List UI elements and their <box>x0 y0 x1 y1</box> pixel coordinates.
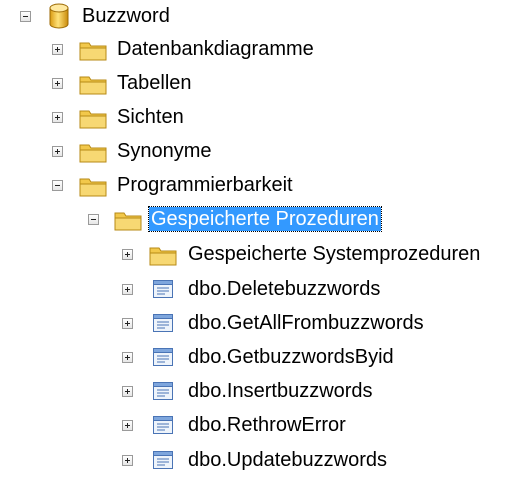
tree-node-gespeicherte-prozeduren[interactable]: Gespeicherte Prozeduren <box>0 205 527 235</box>
tree-node-label[interactable]: dbo.RethrowError <box>186 413 348 437</box>
tree-node-label[interactable]: dbo.Updatebuzzwords <box>186 448 389 472</box>
expand-icon[interactable] <box>122 455 133 466</box>
expand-icon[interactable] <box>122 284 133 295</box>
stored-procedure-icon <box>152 449 174 477</box>
tree-node-label[interactable]: dbo.Deletebuzzwords <box>186 277 382 301</box>
tree-node-tabellen[interactable]: Tabellen <box>0 69 527 99</box>
folder-icon <box>113 208 143 238</box>
expand-icon[interactable] <box>122 352 133 363</box>
database-icon <box>48 3 70 35</box>
expand-icon[interactable] <box>52 112 63 123</box>
tree-node-dbo-deletebuzzwords[interactable]: dbo.Deletebuzzwords <box>0 275 527 305</box>
tree-node-dbo-getbuzzwordsbyid[interactable]: dbo.GetbuzzwordsByid <box>0 343 527 373</box>
tree-node-label[interactable]: dbo.GetbuzzwordsByid <box>186 345 396 369</box>
folder-icon <box>78 106 108 136</box>
stored-procedure-icon <box>152 380 174 408</box>
stored-procedure-icon <box>152 278 174 306</box>
folder-icon <box>148 243 178 273</box>
folder-icon <box>78 174 108 204</box>
tree-node-label[interactable]: Gespeicherte Prozeduren <box>148 206 382 232</box>
expand-icon[interactable] <box>122 249 133 260</box>
tree-node-sichten[interactable]: Sichten <box>0 103 527 133</box>
tree-node-synonyme[interactable]: Synonyme <box>0 137 527 167</box>
collapse-icon[interactable] <box>88 214 99 225</box>
stored-procedure-icon <box>152 414 174 442</box>
tree-node-gespeicherte-systemprozeduren[interactable]: Gespeicherte Systemprozeduren <box>0 240 527 270</box>
object-explorer-tree: Buzzword Datenbankdiagramme Tabellen Sic… <box>0 0 527 480</box>
tree-node-label[interactable]: Synonyme <box>115 139 214 163</box>
tree-node-label[interactable]: dbo.GetAllFrombuzzwords <box>186 311 426 335</box>
tree-node-label[interactable]: Tabellen <box>115 71 194 95</box>
tree-node-label[interactable]: Programmierbarkeit <box>115 173 295 197</box>
tree-node-dbo-insertbuzzwords[interactable]: dbo.Insertbuzzwords <box>0 377 527 407</box>
folder-icon <box>78 72 108 102</box>
expand-icon[interactable] <box>52 78 63 89</box>
expand-icon[interactable] <box>52 146 63 157</box>
tree-node-label[interactable]: Sichten <box>115 105 186 129</box>
stored-procedure-icon <box>152 312 174 340</box>
expand-icon[interactable] <box>52 44 63 55</box>
tree-node-dbo-rethrowerror[interactable]: dbo.RethrowError <box>0 411 527 441</box>
tree-node-label[interactable]: Gespeicherte Systemprozeduren <box>186 242 482 266</box>
tree-node-label[interactable]: dbo.Insertbuzzwords <box>186 379 375 403</box>
stored-procedure-icon <box>152 346 174 374</box>
folder-icon <box>78 140 108 170</box>
tree-node-datenbankdiagramme[interactable]: Datenbankdiagramme <box>0 35 527 65</box>
expand-icon[interactable] <box>122 318 133 329</box>
expand-icon[interactable] <box>122 420 133 431</box>
tree-node-programmierbarkeit[interactable]: Programmierbarkeit <box>0 171 527 201</box>
collapse-icon[interactable] <box>20 11 31 22</box>
collapse-icon[interactable] <box>52 180 63 191</box>
tree-node-label[interactable]: Datenbankdiagramme <box>115 37 316 61</box>
tree-node-label[interactable]: Buzzword <box>80 4 172 28</box>
tree-node-dbo-getallfrombuzzwords[interactable]: dbo.GetAllFrombuzzwords <box>0 309 527 339</box>
tree-node-dbo-updatebuzzwords[interactable]: dbo.Updatebuzzwords <box>0 446 527 476</box>
expand-icon[interactable] <box>122 386 133 397</box>
tree-node-buzzword[interactable]: Buzzword <box>0 2 527 32</box>
folder-icon <box>78 38 108 68</box>
